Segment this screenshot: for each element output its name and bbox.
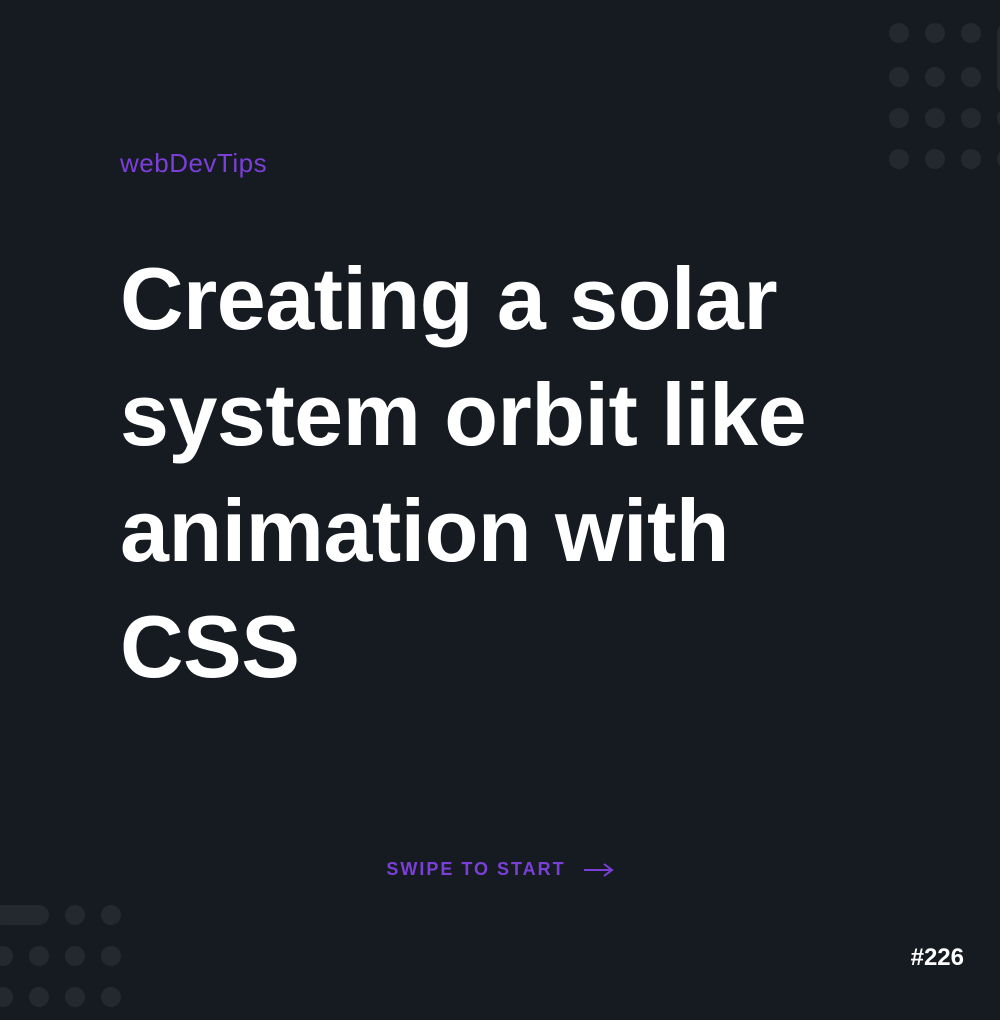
swipe-to-start-cta[interactable]: SWIPE TO START: [0, 859, 1000, 880]
tip-number: #226: [911, 944, 964, 972]
swipe-label: SWIPE TO START: [386, 859, 565, 880]
decoration-pattern-bottom: [0, 897, 129, 1020]
arrow-right-icon: [582, 862, 614, 878]
page-title: Creating a solar system orbit like anima…: [120, 241, 920, 706]
content-area: webDevTips Creating a solar system orbit…: [120, 148, 920, 706]
brand-label: webDevTips: [120, 148, 920, 179]
